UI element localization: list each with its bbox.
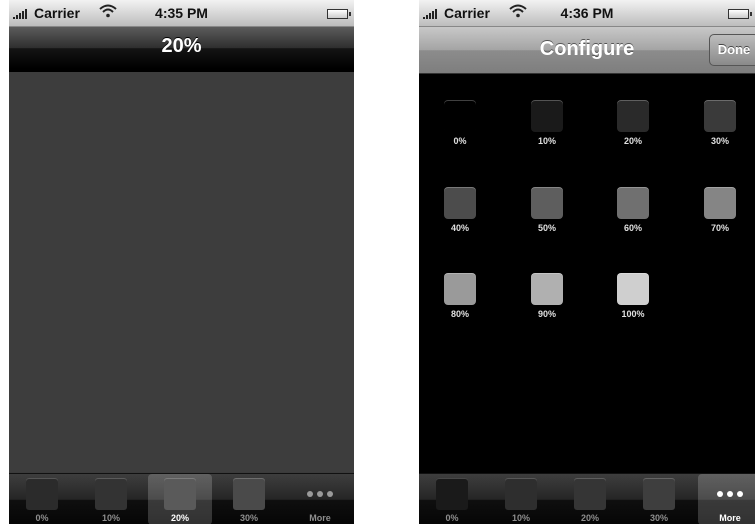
gray-swatch-icon: [704, 100, 736, 132]
tab-label: 10%: [101, 513, 120, 523]
configure-item-label: 80%: [450, 309, 469, 319]
nav-title: 20%: [161, 35, 202, 57]
gray-swatch-icon: [617, 187, 649, 219]
navigation-bar: Configure Done: [419, 27, 755, 74]
tab-more[interactable]: More: [288, 474, 352, 524]
tab-0-percent[interactable]: 0%: [10, 474, 74, 524]
tab-more[interactable]: More: [698, 474, 755, 524]
tab-label: 20%: [580, 513, 599, 523]
configure-item-label: 100%: [621, 309, 645, 319]
gray-swatch-icon: [233, 478, 265, 510]
left-phone-screen: Carrier 4:35 PM 20% 0% 10% 20% 30% More: [9, 0, 354, 524]
tab-bar: 0% 10% 20% 30% More: [9, 473, 354, 524]
gray-swatch-icon: [643, 478, 675, 510]
gray-swatch-icon: [444, 100, 476, 132]
configure-item-40-percent[interactable]: 40%: [430, 187, 490, 239]
gray-swatch-icon: [505, 478, 537, 510]
tab-label: 20%: [170, 513, 189, 523]
configure-item-70-percent[interactable]: 70%: [690, 187, 750, 239]
battery-icon: [728, 9, 752, 19]
gray-swatch-icon: [436, 478, 468, 510]
tab-label: More: [309, 513, 331, 523]
nav-title: Configure: [539, 38, 635, 60]
configure-item-10-percent[interactable]: 10%: [517, 100, 577, 152]
tab-label: 30%: [649, 513, 668, 523]
tab-bar: 0% 10% 20% 30% More: [419, 473, 755, 524]
gray-swatch-icon: [164, 478, 196, 510]
navigation-bar: 20%: [9, 27, 354, 72]
tab-label: 30%: [239, 513, 258, 523]
configure-item-80-percent[interactable]: 80%: [430, 273, 490, 325]
configure-item-label: 10%: [537, 136, 556, 146]
status-time: 4:36 PM: [560, 5, 614, 21]
tab-0-percent[interactable]: 0%: [420, 474, 484, 524]
configure-item-60-percent[interactable]: 60%: [603, 187, 663, 239]
more-dots-icon: [288, 478, 352, 510]
gray-swatch-icon: [704, 187, 736, 219]
configure-item-100-percent[interactable]: 100%: [603, 273, 663, 325]
gray-swatch-icon: [531, 273, 563, 305]
configure-item-50-percent[interactable]: 50%: [517, 187, 577, 239]
gray-content-area: [9, 72, 354, 472]
tab-20-percent[interactable]: 20%: [148, 474, 212, 524]
configure-item-0-percent[interactable]: 0%: [430, 100, 490, 152]
configure-item-30-percent[interactable]: 30%: [690, 100, 750, 152]
configure-item-label: 60%: [623, 223, 642, 233]
tab-20-percent[interactable]: 20%: [558, 474, 622, 524]
tab-label: More: [719, 513, 741, 523]
configure-item-label: 20%: [623, 136, 642, 146]
gray-swatch-icon: [617, 100, 649, 132]
status-bar: Carrier 4:35 PM: [9, 0, 354, 27]
configure-item-label: 40%: [450, 223, 469, 233]
configure-item-label: 90%: [537, 309, 556, 319]
status-time: 4:35 PM: [155, 5, 208, 21]
gray-swatch-icon: [444, 273, 476, 305]
gray-swatch-icon: [444, 187, 476, 219]
gray-swatch-icon: [574, 478, 606, 510]
tab-30-percent[interactable]: 30%: [627, 474, 691, 524]
battery-icon: [327, 9, 351, 19]
gray-swatch-icon: [26, 478, 58, 510]
configure-item-label: 0%: [453, 136, 467, 146]
tab-label: 10%: [511, 513, 530, 523]
right-phone-screen: Carrier 4:36 PM Configure Done 0% 10% 20% 3…: [419, 0, 755, 524]
done-button[interactable]: Done: [709, 34, 755, 66]
tab-label: 0%: [35, 513, 49, 523]
gray-swatch-icon: [531, 187, 563, 219]
more-dots-icon: [698, 478, 755, 510]
status-bar: Carrier 4:36 PM: [419, 0, 755, 27]
tab-10-percent[interactable]: 10%: [79, 474, 143, 524]
configure-item-90-percent[interactable]: 90%: [517, 273, 577, 325]
gray-swatch-icon: [531, 100, 563, 132]
tab-30-percent[interactable]: 30%: [217, 474, 281, 524]
tab-10-percent[interactable]: 10%: [489, 474, 553, 524]
configure-item-label: 50%: [537, 223, 556, 233]
tab-label: 0%: [445, 513, 459, 523]
configure-item-label: 30%: [710, 136, 729, 146]
gray-swatch-icon: [95, 478, 127, 510]
configure-item-label: 70%: [710, 223, 729, 233]
configure-item-20-percent[interactable]: 20%: [603, 100, 663, 152]
gray-swatch-icon: [617, 273, 649, 305]
